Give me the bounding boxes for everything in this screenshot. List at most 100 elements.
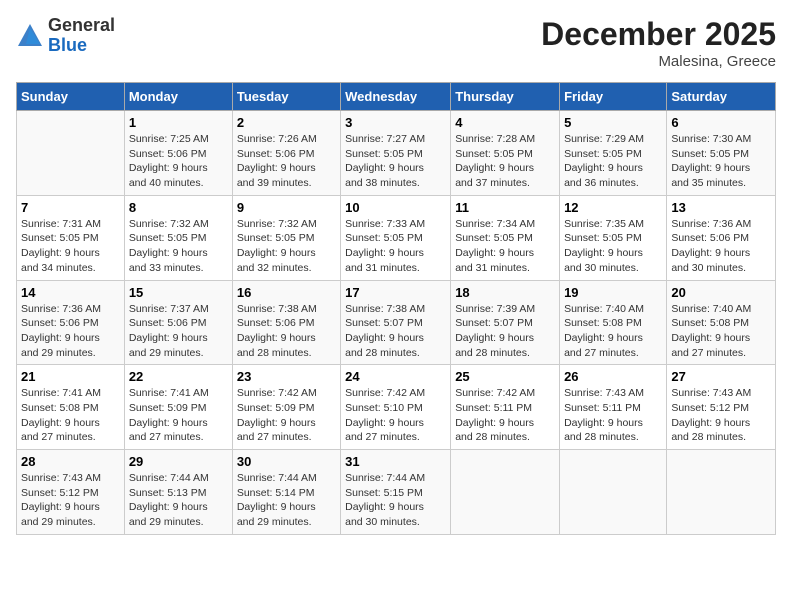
day-number: 14 bbox=[21, 285, 120, 300]
day-number: 8 bbox=[129, 200, 228, 215]
day-info: Sunrise: 7:25 AM Sunset: 5:06 PM Dayligh… bbox=[129, 132, 228, 191]
day-info: Sunrise: 7:43 AM Sunset: 5:12 PM Dayligh… bbox=[671, 386, 771, 445]
day-cell bbox=[17, 111, 125, 196]
day-info: Sunrise: 7:41 AM Sunset: 5:09 PM Dayligh… bbox=[129, 386, 228, 445]
day-cell: 31Sunrise: 7:44 AM Sunset: 5:15 PM Dayli… bbox=[341, 450, 451, 535]
location-subtitle: Malesina, Greece bbox=[541, 53, 776, 70]
day-number: 25 bbox=[455, 369, 555, 384]
day-cell bbox=[451, 450, 560, 535]
day-number: 11 bbox=[455, 200, 555, 215]
day-info: Sunrise: 7:43 AM Sunset: 5:11 PM Dayligh… bbox=[564, 386, 662, 445]
day-cell: 15 Sunrise: 7:37 AM Sunset: 5:06 PM Dayli… bbox=[124, 280, 232, 365]
day-cell bbox=[560, 450, 667, 535]
day-cell: 21 Sunrise: 7:41 AM Sunset: 5:08 PM Dayli… bbox=[17, 365, 125, 450]
day-number: 4 bbox=[455, 115, 555, 130]
day-cell: 1 Sunrise: 7:25 AM Sunset: 5:06 PM Daylig… bbox=[124, 111, 232, 196]
day-number: 15 bbox=[129, 285, 228, 300]
day-info: Sunrise: 7:42 AM Sunset: 5:10 PM Dayligh… bbox=[345, 386, 446, 445]
day-info: Sunrise: 7:40 AM Sunset: 5:08 PM Dayligh… bbox=[671, 302, 771, 361]
day-number: 2 bbox=[237, 115, 336, 130]
day-info: Sunrise: 7:41 AM Sunset: 5:08 PM Dayligh… bbox=[21, 386, 120, 445]
day-info: Sunrise: 7:26 AM Sunset: 5:06 PM Dayligh… bbox=[237, 132, 336, 191]
day-info: Sunrise: 7:40 AM Sunset: 5:08 PM Dayligh… bbox=[564, 302, 662, 361]
day-number: 27 bbox=[671, 369, 771, 384]
day-number: 7 bbox=[21, 200, 120, 215]
header-cell-thursday: Thursday bbox=[451, 83, 560, 111]
day-info: Sunrise: 7:33 AM Sunset: 5:05 PM Dayligh… bbox=[345, 217, 446, 276]
header-cell-friday: Friday bbox=[560, 83, 667, 111]
day-cell: 22 Sunrise: 7:41 AM Sunset: 5:09 PM Dayli… bbox=[124, 365, 232, 450]
week-row-3: 14 Sunrise: 7:36 AM Sunset: 5:06 PM Dayli… bbox=[17, 280, 776, 365]
day-number: 20 bbox=[671, 285, 771, 300]
day-info: Sunrise: 7:32 AM Sunset: 5:05 PM Dayligh… bbox=[129, 217, 228, 276]
day-number: 9 bbox=[237, 200, 336, 215]
day-cell: 16 Sunrise: 7:38 AM Sunset: 5:06 PM Dayli… bbox=[232, 280, 340, 365]
day-cell: 28Sunrise: 7:43 AM Sunset: 5:12 PM Dayli… bbox=[17, 450, 125, 535]
day-cell: 29 Sunrise: 7:44 AM Sunset: 5:13 PM Dayli… bbox=[124, 450, 232, 535]
day-info: Sunrise: 7:38 AM Sunset: 5:07 PM Dayligh… bbox=[345, 302, 446, 361]
day-number: 10 bbox=[345, 200, 446, 215]
calendar-table: SundayMondayTuesdayWednesdayThursdayFrid… bbox=[16, 82, 776, 535]
day-number: 1 bbox=[129, 115, 228, 130]
day-cell: 24 Sunrise: 7:42 AM Sunset: 5:10 PM Dayli… bbox=[341, 365, 451, 450]
day-info: Sunrise: 7:44 AM Sunset: 5:14 PM Dayligh… bbox=[237, 471, 336, 530]
logo-blue-text: Blue bbox=[48, 36, 115, 56]
day-cell: 3 Sunrise: 7:27 AM Sunset: 5:05 PM Daylig… bbox=[341, 111, 451, 196]
day-cell: 12 Sunrise: 7:35 AM Sunset: 5:05 PM Dayli… bbox=[560, 195, 667, 280]
day-number: 12 bbox=[564, 200, 662, 215]
header-cell-tuesday: Tuesday bbox=[232, 83, 340, 111]
day-cell: 25Sunrise: 7:42 AM Sunset: 5:11 PM Dayli… bbox=[451, 365, 560, 450]
day-cell: 26 Sunrise: 7:43 AM Sunset: 5:11 PM Dayli… bbox=[560, 365, 667, 450]
day-cell: 20 Sunrise: 7:40 AM Sunset: 5:08 PM Dayli… bbox=[667, 280, 776, 365]
week-row-1: 1 Sunrise: 7:25 AM Sunset: 5:06 PM Daylig… bbox=[17, 111, 776, 196]
day-number: 19 bbox=[564, 285, 662, 300]
day-number: 26 bbox=[564, 369, 662, 384]
day-cell: 4 Sunrise: 7:28 AM Sunset: 5:05 PM Daylig… bbox=[451, 111, 560, 196]
day-cell: 13Sunrise: 7:36 AM Sunset: 5:06 PM Dayli… bbox=[667, 195, 776, 280]
day-cell: 27 Sunrise: 7:43 AM Sunset: 5:12 PM Dayli… bbox=[667, 365, 776, 450]
title-area: December 2025 Malesina, Greece bbox=[541, 16, 776, 70]
day-cell: 7Sunrise: 7:31 AM Sunset: 5:05 PM Daylig… bbox=[17, 195, 125, 280]
day-cell bbox=[667, 450, 776, 535]
day-number: 17 bbox=[345, 285, 446, 300]
week-row-2: 7Sunrise: 7:31 AM Sunset: 5:05 PM Daylig… bbox=[17, 195, 776, 280]
logo: General Blue bbox=[16, 16, 115, 56]
day-info: Sunrise: 7:28 AM Sunset: 5:05 PM Dayligh… bbox=[455, 132, 555, 191]
day-number: 16 bbox=[237, 285, 336, 300]
day-cell: 6Sunrise: 7:30 AM Sunset: 5:05 PM Daylig… bbox=[667, 111, 776, 196]
day-number: 6 bbox=[671, 115, 771, 130]
header: General Blue December 2025 Malesina, Gre… bbox=[16, 16, 776, 70]
day-cell: 18Sunrise: 7:39 AM Sunset: 5:07 PM Dayli… bbox=[451, 280, 560, 365]
day-info: Sunrise: 7:36 AM Sunset: 5:06 PM Dayligh… bbox=[21, 302, 120, 361]
day-info: Sunrise: 7:35 AM Sunset: 5:05 PM Dayligh… bbox=[564, 217, 662, 276]
day-number: 29 bbox=[129, 454, 228, 469]
header-row: SundayMondayTuesdayWednesdayThursdayFrid… bbox=[17, 83, 776, 111]
day-cell: 5Sunrise: 7:29 AM Sunset: 5:05 PM Daylig… bbox=[560, 111, 667, 196]
day-info: Sunrise: 7:38 AM Sunset: 5:06 PM Dayligh… bbox=[237, 302, 336, 361]
day-number: 21 bbox=[21, 369, 120, 384]
day-cell: 2 Sunrise: 7:26 AM Sunset: 5:06 PM Daylig… bbox=[232, 111, 340, 196]
header-cell-monday: Monday bbox=[124, 83, 232, 111]
day-number: 18 bbox=[455, 285, 555, 300]
day-info: Sunrise: 7:32 AM Sunset: 5:05 PM Dayligh… bbox=[237, 217, 336, 276]
day-number: 22 bbox=[129, 369, 228, 384]
day-number: 24 bbox=[345, 369, 446, 384]
day-cell: 19 Sunrise: 7:40 AM Sunset: 5:08 PM Dayli… bbox=[560, 280, 667, 365]
day-info: Sunrise: 7:37 AM Sunset: 5:06 PM Dayligh… bbox=[129, 302, 228, 361]
day-number: 3 bbox=[345, 115, 446, 130]
week-row-4: 21 Sunrise: 7:41 AM Sunset: 5:08 PM Dayli… bbox=[17, 365, 776, 450]
day-info: Sunrise: 7:27 AM Sunset: 5:05 PM Dayligh… bbox=[345, 132, 446, 191]
header-cell-wednesday: Wednesday bbox=[341, 83, 451, 111]
day-info: Sunrise: 7:44 AM Sunset: 5:13 PM Dayligh… bbox=[129, 471, 228, 530]
day-number: 5 bbox=[564, 115, 662, 130]
day-cell: 9 Sunrise: 7:32 AM Sunset: 5:05 PM Daylig… bbox=[232, 195, 340, 280]
day-cell: 14 Sunrise: 7:36 AM Sunset: 5:06 PM Dayli… bbox=[17, 280, 125, 365]
day-cell: 23Sunrise: 7:42 AM Sunset: 5:09 PM Dayli… bbox=[232, 365, 340, 450]
header-cell-sunday: Sunday bbox=[17, 83, 125, 111]
week-row-5: 28Sunrise: 7:43 AM Sunset: 5:12 PM Dayli… bbox=[17, 450, 776, 535]
month-title: December 2025 bbox=[541, 16, 776, 53]
day-info: Sunrise: 7:42 AM Sunset: 5:09 PM Dayligh… bbox=[237, 386, 336, 445]
day-number: 28 bbox=[21, 454, 120, 469]
day-cell: 11Sunrise: 7:34 AM Sunset: 5:05 PM Dayli… bbox=[451, 195, 560, 280]
logo-general-text: General bbox=[48, 16, 115, 36]
